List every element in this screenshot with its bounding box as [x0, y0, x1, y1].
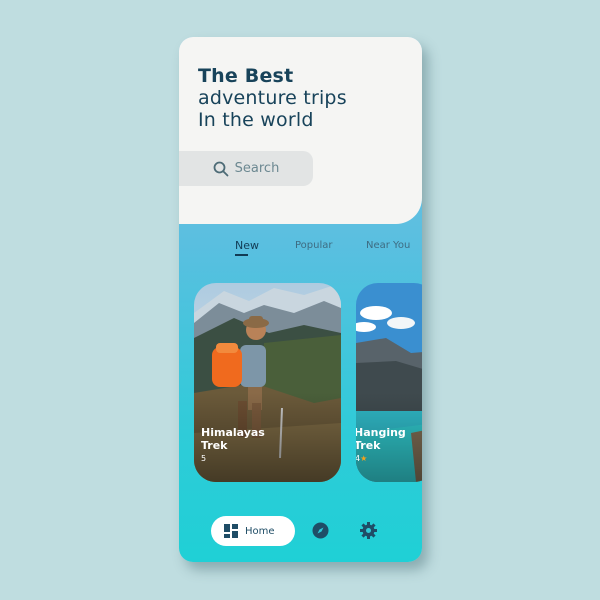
nav-home-label: Home: [245, 525, 275, 537]
header-card: The Best adventure trips In the world Se…: [179, 37, 422, 224]
headline-line-2: adventure trips: [198, 87, 347, 109]
gear-icon[interactable]: [360, 522, 377, 539]
trip-rating-himalayas: 5: [201, 454, 206, 463]
tab-new[interactable]: New: [235, 239, 259, 252]
trip-title-line-1: Himalayas: [201, 426, 265, 439]
headline-line-1: The Best: [198, 65, 294, 87]
star-icon: ★: [360, 454, 368, 463]
search-label: Search: [234, 161, 280, 176]
active-tab-indicator: [235, 254, 248, 256]
compass-icon[interactable]: [312, 522, 329, 539]
tab-popular[interactable]: Popular: [295, 240, 333, 251]
dashboard-icon: [224, 524, 238, 538]
nav-home-button[interactable]: Home: [211, 516, 295, 546]
trip-rating-hanging: 4★: [356, 454, 367, 463]
headline-line-3: In the world: [198, 109, 314, 131]
trip-photo-himalayas: [194, 283, 341, 482]
trip-title-hanging: Hanging Trek: [356, 426, 406, 452]
trip-card-himalayas[interactable]: Himalayas Trek 5: [194, 283, 341, 482]
search-bar[interactable]: Search: [179, 151, 313, 186]
trip-photo-hanging: [356, 283, 422, 482]
search-icon: [213, 161, 229, 176]
trip-title-line-2: Trek: [356, 439, 381, 452]
trip-card-hanging[interactable]: Hanging Trek 4★: [356, 283, 422, 482]
phone-screen: The Best adventure trips In the world Se…: [179, 37, 422, 562]
trip-title-line-1: Hanging: [356, 426, 406, 439]
tab-near-you[interactable]: Near You: [366, 240, 410, 251]
rating-value: 5: [201, 454, 207, 463]
bottom-nav: Home: [179, 516, 422, 546]
trip-title-line-2: Trek: [201, 439, 228, 452]
headline: The Best adventure trips In the world: [198, 65, 347, 131]
trip-title-himalayas: Himalayas Trek: [201, 426, 265, 452]
category-tabs: New Popular Near You: [179, 239, 422, 259]
